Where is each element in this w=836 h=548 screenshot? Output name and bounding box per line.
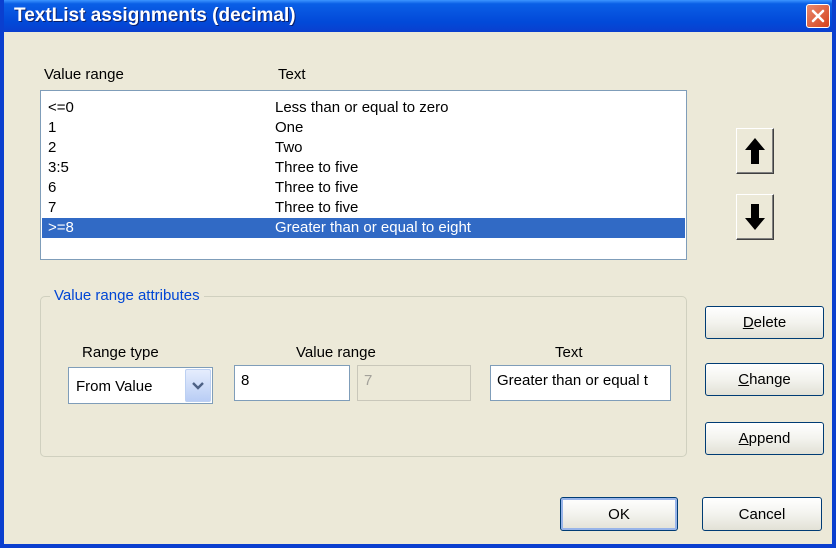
- list-item-range: 3:5: [48, 159, 69, 176]
- range-type-value: From Value: [76, 378, 153, 395]
- arrow-up-icon: [745, 138, 765, 164]
- list-item-text: Three to five: [275, 159, 359, 176]
- delete-button[interactable]: Delete: [705, 306, 824, 339]
- column-header-value-range: Value range: [44, 66, 124, 83]
- dialog-window: TextList assignments (decimal) Value ran…: [0, 0, 836, 548]
- move-up-button[interactable]: [736, 128, 774, 174]
- title-bar[interactable]: TextList assignments (decimal): [4, 0, 832, 32]
- cancel-button[interactable]: Cancel: [702, 497, 822, 531]
- list-item-range: 2: [48, 139, 57, 156]
- range-type-select[interactable]: From Value: [68, 367, 213, 404]
- list-item-text: Less than or equal to zero: [275, 99, 449, 116]
- range-type-label: Range type: [82, 344, 159, 361]
- list-item-text: Two: [275, 139, 303, 156]
- list-item[interactable]: <=0 Less than or equal to zero: [42, 98, 685, 118]
- append-accelerator: A: [738, 430, 749, 447]
- list-item[interactable]: 7 Three to five: [42, 198, 685, 218]
- text-label: Text: [555, 344, 583, 361]
- list-item-text: Three to five: [275, 199, 359, 216]
- change-label: hange: [749, 371, 791, 388]
- window-title: TextList assignments (decimal): [14, 5, 296, 26]
- list-item-range: 1: [48, 119, 57, 136]
- close-button[interactable]: [806, 4, 830, 28]
- list-item-text: Three to five: [275, 179, 359, 196]
- text-field[interactable]: Greater than or equal t: [490, 365, 671, 401]
- list-item[interactable]: 1 One: [42, 118, 685, 138]
- list-item-text: One: [275, 119, 304, 136]
- delete-label: elete: [753, 314, 787, 331]
- list-item-range: <=0: [48, 99, 74, 116]
- append-button[interactable]: Append: [705, 422, 824, 455]
- list-item-selected[interactable]: >=8 Greater than or equal to eight: [42, 218, 685, 238]
- list-item[interactable]: 2 Two: [42, 138, 685, 158]
- dropdown-button[interactable]: [185, 369, 211, 402]
- column-header-text: Text: [278, 66, 306, 83]
- list-item[interactable]: 3:5 Three to five: [42, 158, 685, 178]
- cancel-label: Cancel: [738, 505, 786, 523]
- list-item[interactable]: 6 Three to five: [42, 178, 685, 198]
- ok-label: OK: [608, 505, 630, 523]
- value-from-field[interactable]: 8: [234, 365, 350, 401]
- list-item-range: >=8: [48, 219, 74, 236]
- arrow-down-icon: [745, 204, 765, 230]
- close-icon: [811, 9, 825, 23]
- list-item-text: Greater than or equal to eight: [275, 219, 471, 236]
- chevron-down-icon: [192, 381, 204, 390]
- change-button[interactable]: Change: [705, 363, 824, 396]
- list-item-range: 6: [48, 179, 57, 196]
- group-caption: Value range attributes: [50, 287, 204, 304]
- change-accelerator: C: [738, 371, 750, 388]
- value-range-label: Value range: [296, 344, 376, 361]
- assignment-list[interactable]: <=0 Less than or equal to zero 1 One 2 T…: [40, 90, 687, 260]
- delete-accelerator: D: [742, 314, 754, 331]
- ok-button[interactable]: OK: [560, 497, 678, 531]
- value-to-field: 7: [357, 365, 471, 401]
- append-label: ppend: [748, 430, 791, 447]
- list-item-range: 7: [48, 199, 57, 216]
- move-down-button[interactable]: [736, 194, 774, 240]
